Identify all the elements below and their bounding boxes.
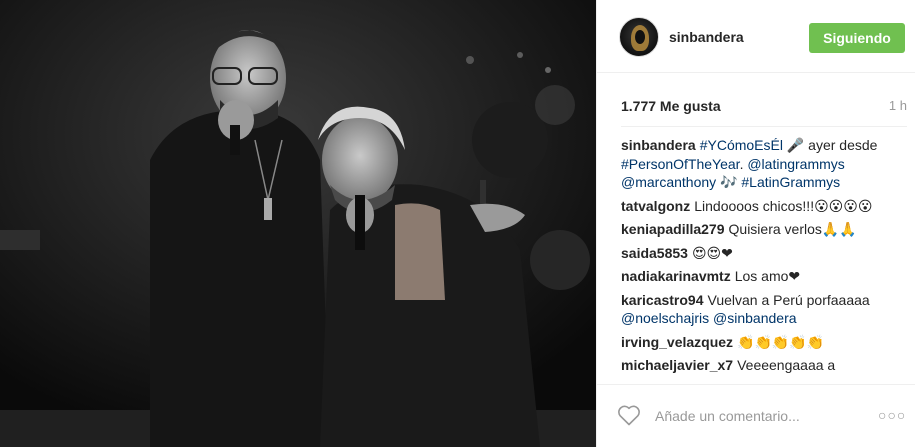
comment-username[interactable]: keniapadilla279: [621, 221, 725, 237]
post-side-panel: sinbandera Siguiendo 1.777 Me gusta 1 h …: [596, 0, 915, 447]
comment-item: keniapadilla279 Quisiera verlos🙏🙏: [621, 220, 907, 239]
post-time[interactable]: 1 h: [889, 98, 907, 113]
comment-text: 😍😍❤: [691, 244, 733, 261]
likes-row: 1.777 Me gusta 1 h: [621, 98, 907, 118]
concert-photo-illustration: [0, 0, 596, 447]
hashtag-link[interactable]: #YCómoEsÉl: [700, 137, 783, 153]
author-username[interactable]: sinbandera: [669, 29, 744, 45]
hashtag-link[interactable]: #LatinGrammys: [741, 174, 840, 190]
comment-text: Vuelvan a Perú porfaaaaa: [707, 291, 870, 308]
following-button[interactable]: Siguiendo: [809, 23, 905, 53]
post-photo[interactable]: [0, 0, 596, 447]
comment-username[interactable]: irving_velazquez: [621, 334, 733, 350]
comment-text: 🎤 ayer desde: [782, 137, 878, 153]
avatar-logo-center: [635, 30, 645, 44]
comment-text: Lindoooos chicos!!!😮😮😮😮: [694, 197, 873, 214]
comment-text: Veeeengaaaa a: [737, 357, 836, 373]
divider: [621, 126, 907, 127]
post-header: sinbandera Siguiendo: [597, 0, 915, 73]
comments-list[interactable]: sinbandera #YCómoEsÉl 🎤 ayer desde #Perso…: [621, 136, 907, 380]
comment-text: 🎶: [716, 174, 742, 190]
heart-outline-icon[interactable]: [617, 404, 641, 426]
comment-item: tatvalgonz Lindoooos chicos!!!😮😮😮😮: [621, 197, 907, 216]
likes-count[interactable]: 1.777 Me gusta: [621, 98, 721, 114]
hashtag-link[interactable]: #PersonOfTheYear: [621, 156, 740, 172]
hashtag-link[interactable]: @marcanthony: [621, 174, 716, 190]
comment-item: karicastro94 Vuelvan a Perú porfaaaaa @no…: [621, 291, 907, 328]
comment-username[interactable]: michaeljavier_x7: [621, 357, 733, 373]
comment-text: Los amo❤: [734, 268, 801, 284]
comment-text: Quisiera verlos🙏🙏: [728, 221, 857, 237]
comment-item: michaeljavier_x7 Veeeengaaaa a: [621, 356, 907, 375]
hashtag-link[interactable]: @sinbandera: [713, 310, 797, 326]
caption: sinbandera #YCómoEsÉl 🎤 ayer desde #Perso…: [621, 136, 907, 192]
comment-item: saida5853 😍😍❤: [621, 244, 907, 263]
add-comment-input[interactable]: [655, 407, 855, 425]
comment-username[interactable]: nadiakarinavmtz: [621, 268, 731, 284]
more-options-icon[interactable]: ○○○: [878, 407, 906, 423]
avatar[interactable]: [619, 17, 659, 57]
comment-username[interactable]: karicastro94: [621, 292, 704, 308]
comment-item: irving_velazquez 👏👏👏👏👏: [621, 333, 907, 352]
hashtag-link[interactable]: @noelschajris: [621, 310, 709, 326]
instagram-post: sinbandera Siguiendo 1.777 Me gusta 1 h …: [0, 0, 915, 447]
comment-item: nadiakarinavmtz Los amo❤: [621, 267, 907, 286]
action-bar: ○○○: [597, 384, 915, 447]
hashtag-link[interactable]: @latingrammys: [747, 156, 844, 172]
comment-text: 👏👏👏👏👏: [737, 333, 825, 350]
comment-username[interactable]: sinbandera: [621, 137, 696, 153]
comment-username[interactable]: saida5853: [621, 245, 688, 261]
comment-username[interactable]: tatvalgonz: [621, 198, 690, 214]
